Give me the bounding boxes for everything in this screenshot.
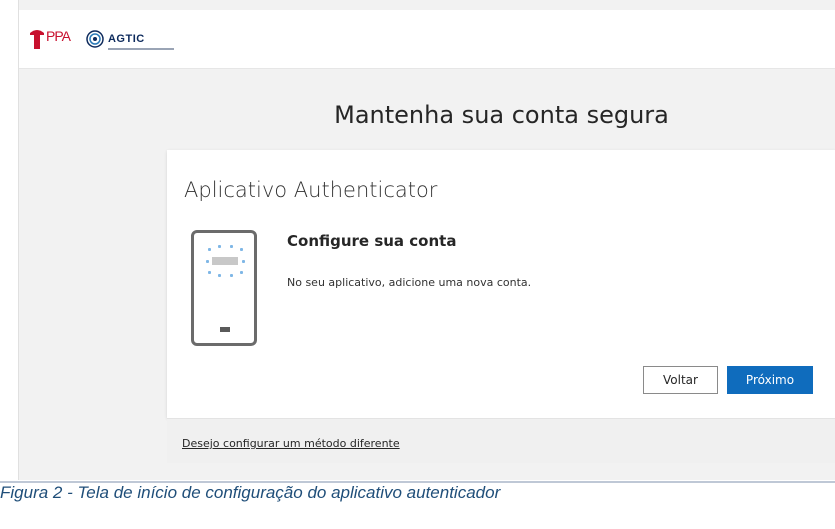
- alternate-method-link[interactable]: Desejo configurar um método diferente: [182, 437, 400, 450]
- card-title: Aplicativo Authenticator: [184, 178, 438, 202]
- sparkle-icon: [242, 260, 245, 263]
- top-banner: PPA AGTIC: [19, 10, 835, 69]
- agtic-logo: AGTIC: [86, 29, 174, 53]
- page-title: Mantenha sua conta segura: [334, 101, 669, 129]
- sparkle-icon: [240, 248, 243, 251]
- agtic-logo-icon: [86, 29, 104, 53]
- phone-home-button: [220, 327, 230, 332]
- phone-icon: [191, 230, 257, 346]
- sparkle-icon: [218, 245, 221, 248]
- card-footer: Desejo configurar um método diferente: [167, 418, 835, 463]
- back-button[interactable]: Voltar: [643, 366, 718, 394]
- sparkle-icon: [230, 245, 233, 248]
- sparkle-icon: [208, 271, 211, 274]
- next-button[interactable]: Próximo: [727, 366, 813, 394]
- sparkle-icon: [206, 260, 209, 263]
- agtic-logo-text: AGTIC: [107, 32, 145, 45]
- sparkle-icon: [218, 274, 221, 277]
- browser-screen: PPA AGTIC Mantenha sua conta segura Apli…: [18, 0, 835, 480]
- ppa-logo-icon: [29, 28, 45, 50]
- logos: PPA AGTIC: [29, 28, 174, 54]
- authenticator-card: Aplicativo Authenticator Configure sua c…: [167, 150, 835, 418]
- figure-caption: Figura 2 - Tela de início de configuraçã…: [0, 483, 501, 502]
- instruction-text: No seu aplicativo, adicione uma nova con…: [287, 276, 532, 289]
- sparkle-icon: [208, 248, 211, 251]
- section-heading: Configure sua conta: [287, 232, 457, 250]
- sparkle-icon: [240, 271, 243, 274]
- sparkle-icon: [230, 274, 233, 277]
- ppa-logo-text: PPA: [46, 28, 71, 44]
- agtic-logo-subtitle-bar: [107, 47, 174, 50]
- phone-screen-bar: [212, 257, 238, 265]
- ppa-logo: PPA: [29, 28, 71, 54]
